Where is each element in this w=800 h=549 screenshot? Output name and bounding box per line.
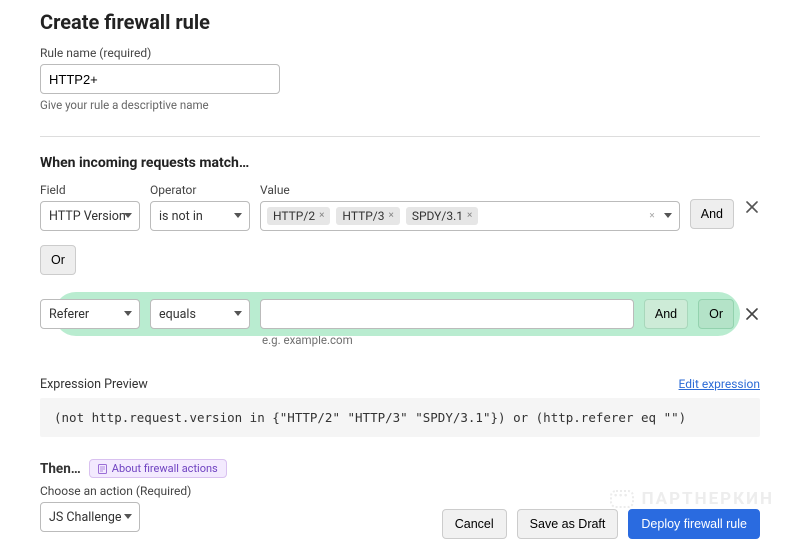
and-button-row1[interactable]: And (690, 199, 734, 229)
field-select-row2-value: Referer (49, 307, 89, 322)
and-button-row2[interactable]: And (644, 299, 688, 329)
action-select-value: JS Challenge (49, 510, 122, 525)
document-icon (98, 464, 108, 474)
cancel-button[interactable]: Cancel (442, 509, 507, 539)
close-icon[interactable]: × (319, 211, 324, 221)
save-as-draft-button[interactable]: Save as Draft (517, 509, 619, 539)
column-operator-label: Operator (150, 183, 250, 197)
value-tag[interactable]: HTTP/3 × (336, 207, 399, 225)
match-heading: When incoming requests match… (40, 155, 760, 171)
field-select-row2[interactable]: Referer (40, 299, 140, 329)
delete-row-icon[interactable] (744, 199, 760, 215)
value-tag[interactable]: HTTP/2 × (267, 207, 330, 225)
choose-action-label: Choose an action (Required) (40, 484, 760, 498)
or-button-row2[interactable]: Or (698, 299, 734, 329)
divider (40, 136, 760, 137)
action-select[interactable]: JS Challenge (40, 502, 140, 532)
clear-all-icon[interactable]: × (649, 211, 654, 222)
value-multiselect-row1[interactable]: HTTP/2 × HTTP/3 × SPDY/3.1 × × (260, 201, 680, 231)
value-tag-label: HTTP/3 (342, 209, 384, 223)
page-title: Create firewall rule (40, 10, 760, 34)
about-firewall-actions-label: About firewall actions (112, 462, 218, 475)
about-firewall-actions-link[interactable]: About firewall actions (89, 459, 227, 478)
deploy-button[interactable]: Deploy firewall rule (628, 509, 760, 539)
close-icon[interactable]: × (467, 211, 472, 221)
operator-select-row2[interactable]: equals (150, 299, 250, 329)
rule-name-input[interactable] (40, 64, 280, 94)
column-field-label: Field (40, 183, 140, 197)
value-tag-label: HTTP/2 (273, 209, 315, 223)
operator-select-row1-value: is not in (159, 209, 203, 224)
then-heading: Then… (40, 461, 81, 477)
operator-select-row2-value: equals (159, 307, 196, 322)
column-value-label: Value (260, 183, 680, 197)
close-icon[interactable]: × (389, 211, 394, 221)
expression-preview-label: Expression Preview (40, 377, 148, 392)
chevron-down-icon (233, 309, 243, 319)
value-tag[interactable]: SPDY/3.1 × (406, 207, 478, 225)
value-tag-label: SPDY/3.1 (412, 209, 463, 223)
expression-preview-code: (not http.request.version in {"HTTP/2" "… (40, 398, 760, 437)
chevron-down-icon (123, 211, 133, 221)
rule-name-label: Rule name (required) (40, 46, 760, 60)
chevron-down-icon (233, 211, 243, 221)
operator-select-row1[interactable]: is not in (150, 201, 250, 231)
field-select-row1-value: HTTP Version (49, 209, 126, 224)
or-separator-button[interactable]: Or (40, 245, 76, 275)
chevron-down-icon (123, 309, 133, 319)
rule-name-hint: Give your rule a descriptive name (40, 98, 760, 112)
edit-expression-link[interactable]: Edit expression (679, 377, 760, 391)
delete-row-icon[interactable] (744, 306, 760, 322)
value-input-row2[interactable] (260, 299, 634, 329)
chevron-down-icon (663, 211, 673, 221)
chevron-down-icon (123, 512, 133, 522)
field-select-row1[interactable]: HTTP Version (40, 201, 140, 231)
